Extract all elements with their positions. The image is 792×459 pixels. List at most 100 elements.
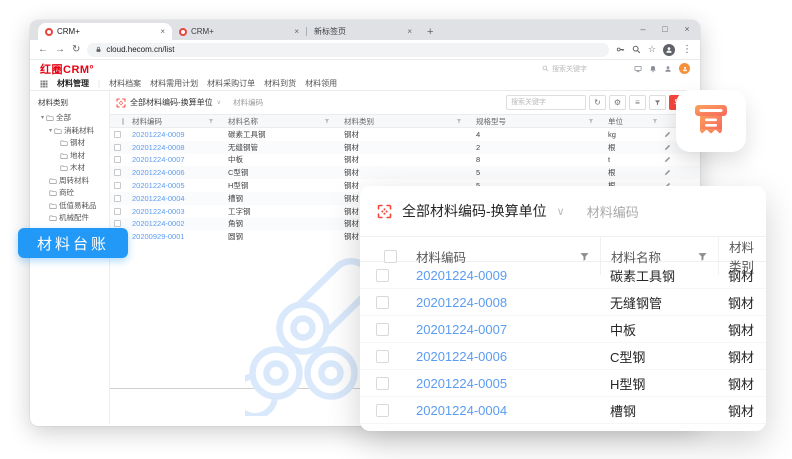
browser-tab-1[interactable]: CRM+ ×: [38, 23, 172, 40]
user-icon[interactable]: [664, 65, 672, 73]
chevron-down-icon[interactable]: ∨: [217, 99, 221, 106]
select-all-checkbox[interactable]: [384, 250, 397, 263]
material-code-link[interactable]: 20201224-0005: [124, 181, 220, 190]
filter-icon[interactable]: [456, 118, 462, 124]
table-row[interactable]: 20201224-0006C型钢钢材: [360, 343, 766, 370]
edit-icon[interactable]: [664, 156, 671, 163]
address-bar[interactable]: cloud.hecom.cn/list: [87, 43, 609, 57]
apps-grid-icon[interactable]: [40, 80, 48, 88]
tree-item-all[interactable]: ▾全部: [38, 112, 107, 125]
new-tab-button[interactable]: +: [427, 26, 433, 38]
browser-menu-icon[interactable]: ⋮: [682, 45, 692, 55]
filter-icon[interactable]: [652, 118, 658, 124]
nav-item-archives[interactable]: 材料档案: [109, 78, 141, 89]
minimize-button[interactable]: –: [632, 20, 654, 38]
material-code-link[interactable]: 20200929-0001: [124, 232, 220, 241]
table-row[interactable]: 20201224-0009碳素工具钢钢材4kg: [110, 128, 700, 141]
monitor-icon[interactable]: [634, 65, 642, 73]
material-code-link[interactable]: 20201224-0009: [124, 130, 220, 139]
material-code-link[interactable]: 20201224-0004: [406, 403, 600, 418]
filter-icon[interactable]: [697, 251, 708, 262]
settings-button[interactable]: ⚙: [609, 95, 626, 110]
reload-button[interactable]: ↻: [72, 45, 80, 55]
browser-tab-2[interactable]: CRM+ ×: [172, 23, 306, 40]
nav-item-requirement-plan[interactable]: 材料需用计划: [150, 78, 198, 89]
scan-icon[interactable]: [377, 204, 392, 219]
table-row[interactable]: 20201224-0005H型钢钢材: [360, 370, 766, 397]
caret-down-icon[interactable]: ▾: [49, 125, 52, 138]
key-icon[interactable]: [616, 45, 625, 54]
tab-close-icon[interactable]: ×: [407, 27, 412, 36]
row-checkbox[interactable]: [376, 377, 389, 390]
material-code-link[interactable]: 20201224-0002: [124, 219, 220, 228]
material-code-link[interactable]: 20201224-0004: [124, 194, 220, 203]
tree-item-machine-parts[interactable]: 机械配件: [38, 212, 107, 225]
edit-icon[interactable]: [664, 131, 671, 138]
nav-item-requisition[interactable]: 材料领用: [305, 78, 337, 89]
material-code-link[interactable]: 20201224-0009: [406, 268, 600, 283]
bookmark-star-icon[interactable]: ☆: [648, 45, 656, 54]
filter-icon[interactable]: [324, 118, 330, 124]
material-code-link[interactable]: 20201224-0003: [124, 207, 220, 216]
view-title[interactable]: 全部材料编码-换算单位: [402, 201, 547, 221]
nav-item-purchase-order[interactable]: 材料采购订单: [207, 78, 255, 89]
tree-item-concrete[interactable]: 商砼: [38, 187, 107, 200]
row-checkbox[interactable]: [376, 350, 389, 363]
material-code-link[interactable]: 20201224-0007: [124, 155, 220, 164]
edit-icon[interactable]: [664, 169, 671, 176]
forward-button[interactable]: →: [55, 45, 65, 55]
close-button[interactable]: ×: [676, 20, 698, 38]
row-checkbox[interactable]: [376, 296, 389, 309]
material-code-link[interactable]: 20201224-0006: [406, 349, 600, 364]
scan-icon[interactable]: [116, 98, 126, 108]
chevron-down-icon[interactable]: ∨: [557, 205, 565, 218]
nav-module-title[interactable]: 材料管理: [57, 78, 89, 89]
zoom-icon[interactable]: [632, 45, 641, 54]
keyword-search-input[interactable]: [506, 95, 586, 110]
material-code-link[interactable]: 20201224-0008: [124, 143, 220, 152]
table-row[interactable]: 20201224-0008无缝钢管钢材2根: [110, 141, 700, 154]
filter-button[interactable]: [649, 95, 666, 110]
nav-item-arrival[interactable]: 材料到货: [264, 78, 296, 89]
list-view-button[interactable]: ≡: [629, 95, 646, 110]
tab-close-icon[interactable]: ×: [294, 27, 299, 36]
back-button[interactable]: ←: [38, 45, 48, 55]
tree-item-low-value[interactable]: 低值易耗品: [38, 200, 107, 213]
material-code-link[interactable]: 20201224-0008: [406, 295, 600, 310]
tree-item-steel[interactable]: 钢材: [38, 137, 107, 150]
refresh-button[interactable]: ↻: [589, 95, 606, 110]
tab-close-icon[interactable]: ×: [160, 27, 165, 36]
global-search[interactable]: 搜索关键字: [542, 64, 587, 74]
material-code-link[interactable]: 20201224-0006: [124, 168, 220, 177]
row-checkbox[interactable]: [114, 131, 121, 138]
maximize-button[interactable]: □: [654, 20, 676, 38]
table-row[interactable]: 20201224-0008无缝钢管钢材: [360, 289, 766, 316]
row-checkbox[interactable]: [114, 195, 121, 202]
material-code-link[interactable]: 20201224-0007: [406, 322, 600, 337]
row-checkbox[interactable]: [114, 208, 121, 215]
table-row[interactable]: 20201224-0007中板钢材: [360, 316, 766, 343]
tree-item-turnover-material[interactable]: 周转材料: [38, 175, 107, 188]
caret-down-icon[interactable]: ▾: [41, 112, 44, 125]
tree-item-ground-material[interactable]: 地材: [38, 150, 107, 163]
tree-item-wood[interactable]: 木材: [38, 162, 107, 175]
filter-icon[interactable]: [579, 251, 590, 262]
table-row[interactable]: 20201224-0007中板钢材8t: [110, 154, 700, 167]
row-checkbox[interactable]: [114, 220, 121, 227]
row-checkbox[interactable]: [114, 156, 121, 163]
bell-icon[interactable]: [649, 65, 657, 73]
row-checkbox[interactable]: [114, 144, 121, 151]
edit-icon[interactable]: [664, 144, 671, 151]
row-checkbox[interactable]: [376, 269, 389, 282]
row-checkbox[interactable]: [114, 182, 121, 189]
org-avatar[interactable]: [679, 63, 690, 74]
profile-avatar[interactable]: [663, 44, 675, 56]
tree-item-consumables[interactable]: ▾消耗材料: [38, 125, 107, 138]
filter-icon[interactable]: [208, 118, 214, 124]
row-checkbox[interactable]: [376, 323, 389, 336]
browser-tab-3[interactable]: 新标签页 ×: [307, 23, 419, 40]
filter-icon[interactable]: [588, 118, 594, 124]
row-checkbox[interactable]: [376, 404, 389, 417]
table-row[interactable]: 20201224-0004槽钢钢材: [360, 397, 766, 424]
material-code-link[interactable]: 20201224-0005: [406, 376, 600, 391]
